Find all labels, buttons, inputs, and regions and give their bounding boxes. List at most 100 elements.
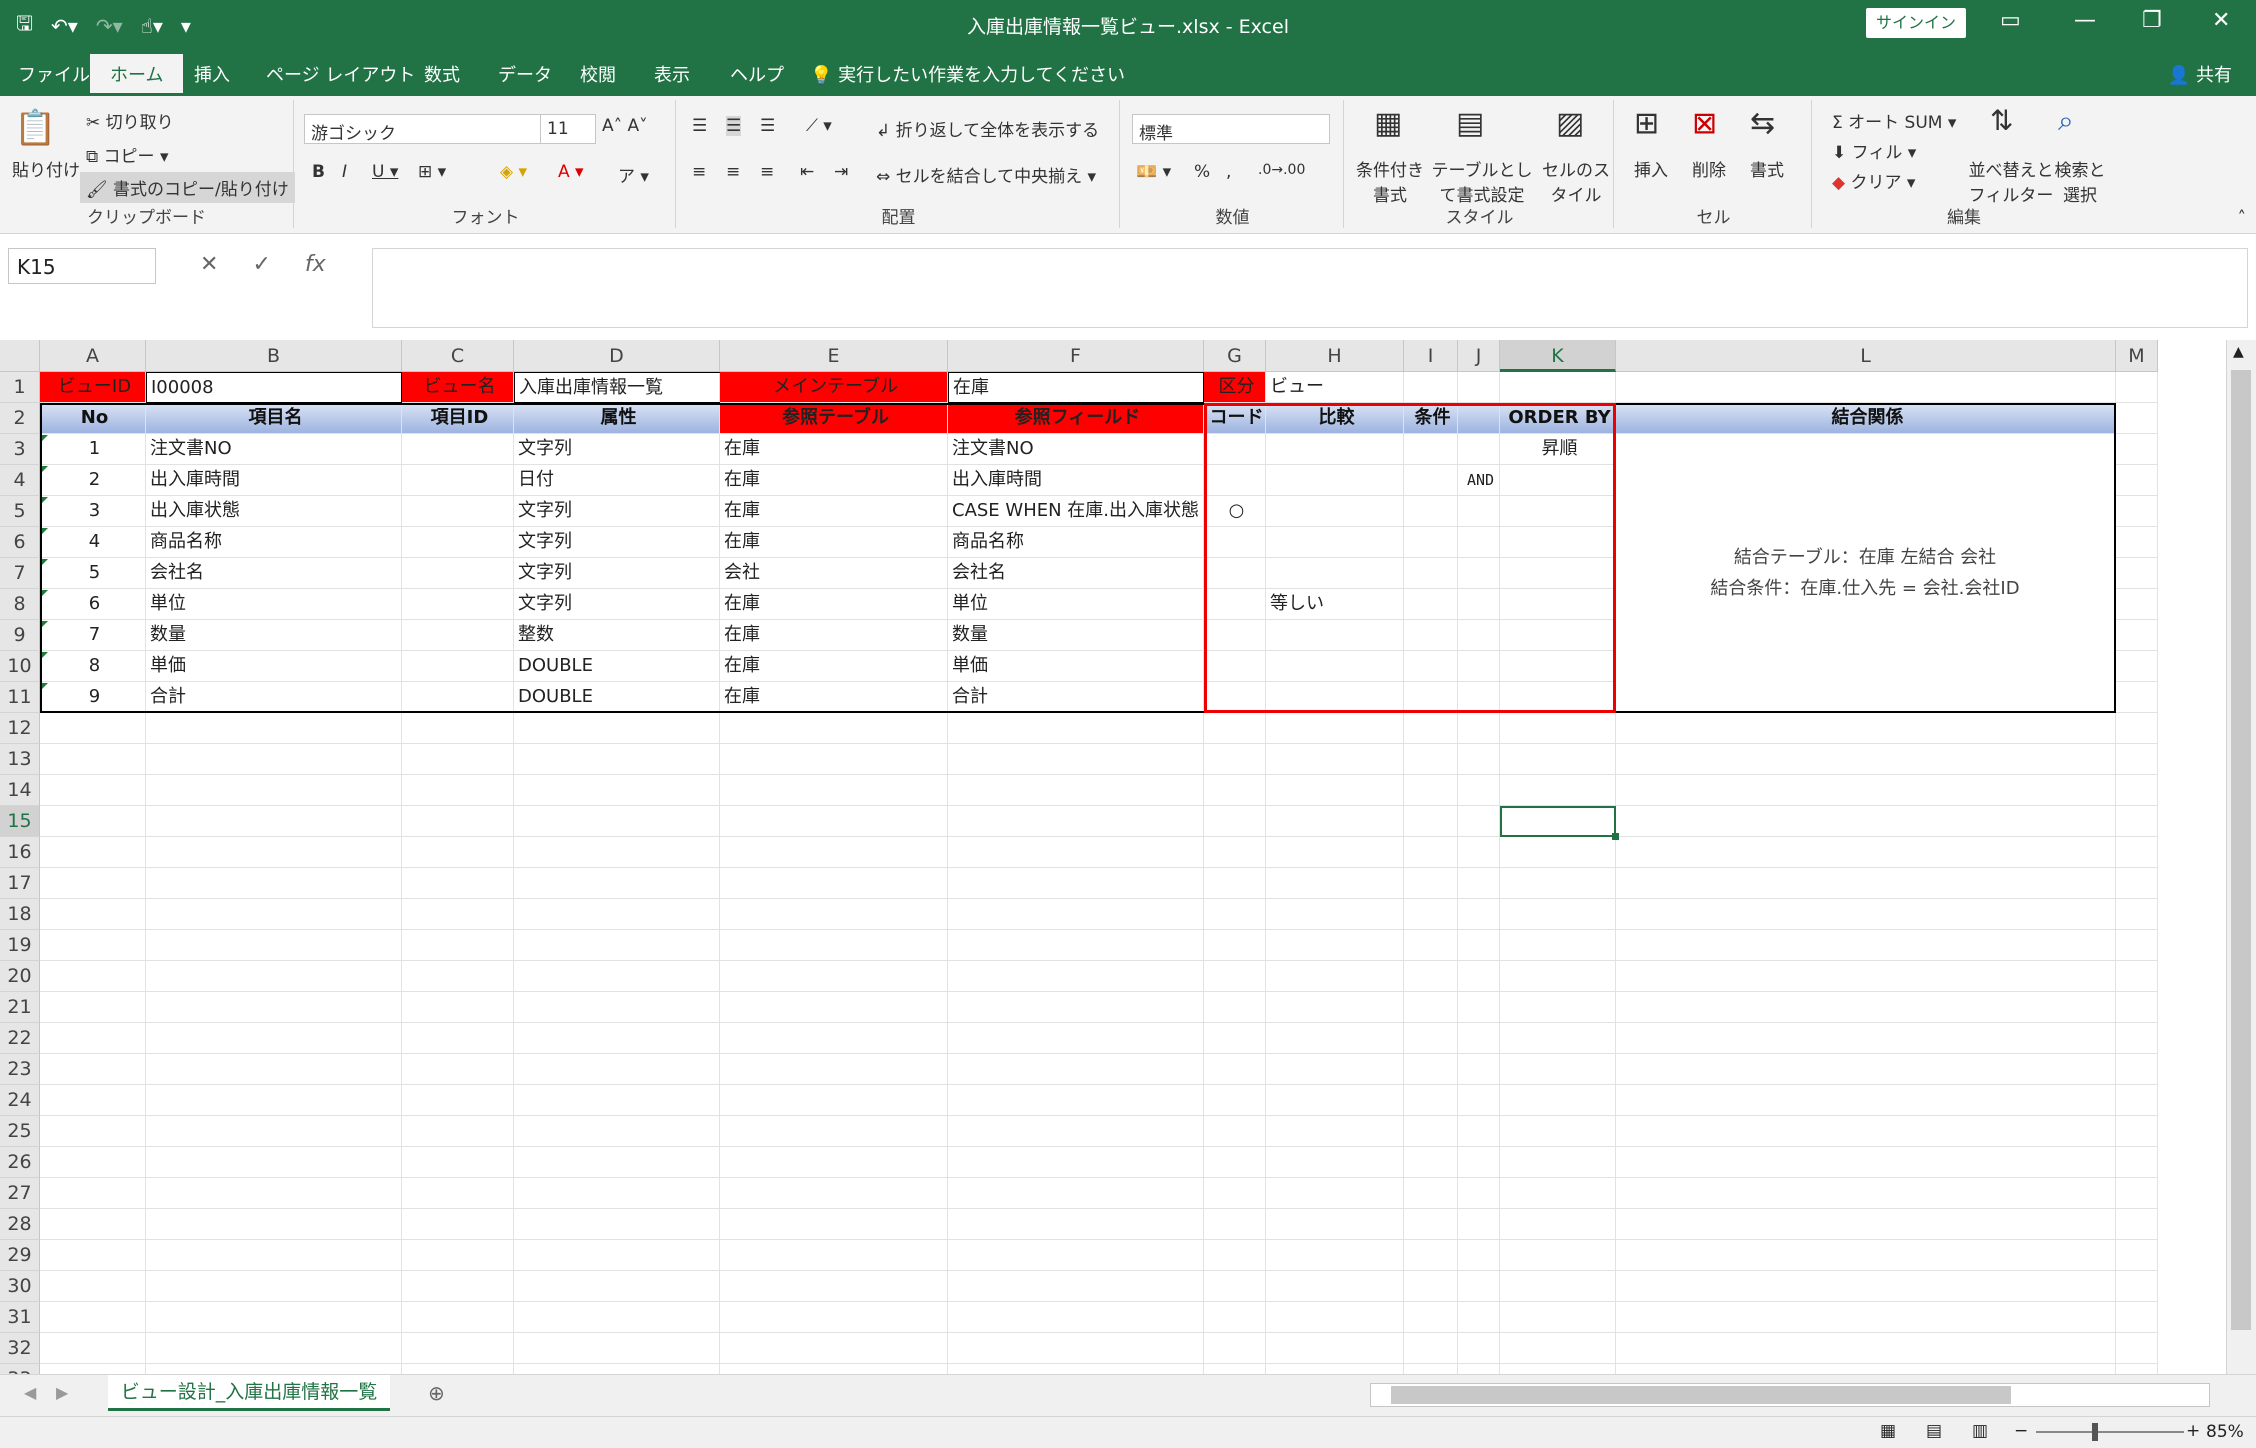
grid-cell[interactable] bbox=[1404, 961, 1458, 992]
code[interactable] bbox=[1204, 434, 1266, 465]
header-order-by[interactable]: ORDER BY bbox=[1500, 403, 1616, 434]
grid-cell[interactable] bbox=[720, 868, 948, 899]
ref-field[interactable]: CASE WHEN 在庫.出入庫状態 bbox=[948, 496, 1204, 527]
row-header[interactable]: 7 bbox=[0, 558, 40, 589]
grid-cell[interactable] bbox=[402, 1085, 514, 1116]
ref-table[interactable]: 会社 bbox=[720, 558, 948, 589]
grid-cell[interactable] bbox=[40, 1240, 146, 1271]
grid-cell[interactable] bbox=[402, 1178, 514, 1209]
grid-cell[interactable] bbox=[2116, 1333, 2158, 1364]
grid-cell[interactable] bbox=[1458, 775, 1500, 806]
condition[interactable] bbox=[1404, 465, 1458, 496]
order-by[interactable]: 昇順 bbox=[1500, 434, 1616, 465]
grid-cell[interactable] bbox=[1616, 992, 2116, 1023]
add-sheet-icon[interactable]: ⊕ bbox=[428, 1381, 445, 1405]
grid-cell[interactable] bbox=[1404, 1302, 1458, 1333]
grid-cell[interactable] bbox=[2116, 434, 2158, 465]
item-id[interactable] bbox=[402, 651, 514, 682]
font-size-select[interactable]: 11 bbox=[540, 114, 596, 144]
grid-cell[interactable] bbox=[2116, 992, 2158, 1023]
align-left-icon[interactable]: ≡ bbox=[692, 162, 706, 182]
grid-cell[interactable] bbox=[1616, 775, 2116, 806]
order-by[interactable] bbox=[1500, 620, 1616, 651]
page-layout-view-icon[interactable]: ▤ bbox=[1926, 1421, 1942, 1441]
tell-me-box[interactable]: 💡 実行したい作業を入力してください bbox=[810, 61, 1125, 87]
grid-cell[interactable] bbox=[948, 930, 1204, 961]
grid-cell[interactable] bbox=[720, 930, 948, 961]
row-header[interactable]: 15 bbox=[0, 806, 40, 837]
grid-cell[interactable] bbox=[146, 868, 402, 899]
grid-cell[interactable] bbox=[1458, 1302, 1500, 1333]
grid-cell[interactable] bbox=[146, 1054, 402, 1085]
ref-field[interactable]: 注文書NO bbox=[948, 434, 1204, 465]
grid-cell[interactable] bbox=[2116, 496, 2158, 527]
conditional-format-button[interactable]: 条件付き書式 bbox=[1354, 156, 1426, 206]
compare[interactable] bbox=[1266, 651, 1404, 682]
grid-cell[interactable] bbox=[720, 961, 948, 992]
grid-cell[interactable] bbox=[2116, 1085, 2158, 1116]
close-icon[interactable]: ✕ bbox=[2212, 8, 2230, 33]
zoom-level[interactable]: 85% bbox=[2206, 1422, 2244, 1442]
ref-field[interactable]: 数量 bbox=[948, 620, 1204, 651]
grid-cell[interactable] bbox=[146, 744, 402, 775]
row-no[interactable]: 9 bbox=[40, 682, 146, 713]
grid-cell[interactable] bbox=[720, 837, 948, 868]
grid-cell[interactable] bbox=[1204, 1209, 1266, 1240]
comma-icon[interactable]: , bbox=[1226, 162, 1231, 182]
column-header[interactable]: I bbox=[1404, 340, 1458, 372]
grid-cell[interactable] bbox=[1204, 930, 1266, 961]
fill-color-icon[interactable]: ◈ ▾ bbox=[500, 162, 527, 182]
column-header[interactable]: E bbox=[720, 340, 948, 372]
grid-cell[interactable] bbox=[1500, 961, 1616, 992]
grid-cell[interactable] bbox=[1500, 899, 1616, 930]
grid-cell[interactable] bbox=[402, 930, 514, 961]
grid-cell[interactable] bbox=[1266, 1147, 1404, 1178]
grid-cell[interactable] bbox=[1458, 1178, 1500, 1209]
select-all-corner[interactable] bbox=[0, 340, 40, 372]
grid-cell[interactable] bbox=[1404, 837, 1458, 868]
row-no[interactable]: 2 bbox=[40, 465, 146, 496]
grid-cell[interactable] bbox=[948, 1085, 1204, 1116]
scroll-up-icon[interactable]: ▲ bbox=[2233, 344, 2244, 360]
paste-button[interactable]: 貼り付け bbox=[12, 156, 80, 181]
grid-cell[interactable] bbox=[2116, 1116, 2158, 1147]
grid-cell[interactable] bbox=[40, 1054, 146, 1085]
join-operator[interactable] bbox=[1458, 682, 1500, 713]
grid-cell[interactable] bbox=[2116, 527, 2158, 558]
compare[interactable] bbox=[1266, 682, 1404, 713]
grid-cell[interactable] bbox=[514, 713, 720, 744]
grid-cell[interactable] bbox=[1500, 1333, 1616, 1364]
tab-home[interactable]: ホーム bbox=[90, 54, 184, 96]
grid-cell[interactable] bbox=[948, 713, 1204, 744]
item-name[interactable]: 数量 bbox=[146, 620, 402, 651]
main-table-value[interactable]: 在庫 bbox=[948, 372, 1204, 403]
grid-cell[interactable] bbox=[1204, 899, 1266, 930]
ribbon-display-icon[interactable]: ▭ bbox=[2000, 8, 2021, 33]
column-header[interactable]: F bbox=[948, 340, 1204, 372]
grid-cell[interactable] bbox=[2116, 465, 2158, 496]
grid-cell[interactable] bbox=[1616, 1116, 2116, 1147]
item-name[interactable]: 単価 bbox=[146, 651, 402, 682]
grid-cell[interactable] bbox=[146, 1085, 402, 1116]
join-operator[interactable] bbox=[1458, 527, 1500, 558]
grid-cell[interactable] bbox=[1404, 1147, 1458, 1178]
attribute[interactable]: 整数 bbox=[514, 620, 720, 651]
phonetic-icon[interactable]: ア ▾ bbox=[618, 162, 649, 187]
row-header[interactable]: 10 bbox=[0, 651, 40, 682]
grid-cell[interactable] bbox=[948, 868, 1204, 899]
row-header[interactable]: 1 bbox=[0, 372, 40, 403]
compare[interactable]: 等しい bbox=[1266, 589, 1404, 620]
grid-cell[interactable] bbox=[1616, 1178, 2116, 1209]
grid-cell[interactable] bbox=[1204, 1085, 1266, 1116]
zoom-in-icon[interactable]: + bbox=[2186, 1421, 2200, 1441]
item-name[interactable]: 商品名称 bbox=[146, 527, 402, 558]
grid-cell[interactable] bbox=[402, 1209, 514, 1240]
align-bottom-icon[interactable]: ☰ bbox=[760, 116, 775, 136]
grid-cell[interactable] bbox=[2116, 589, 2158, 620]
column-header[interactable]: L bbox=[1616, 340, 2116, 372]
insert-function-icon[interactable]: fx bbox=[305, 252, 326, 277]
row-header[interactable]: 5 bbox=[0, 496, 40, 527]
grid-cell[interactable] bbox=[1266, 1271, 1404, 1302]
row-no[interactable]: 6 bbox=[40, 589, 146, 620]
grid-cell[interactable] bbox=[1458, 961, 1500, 992]
